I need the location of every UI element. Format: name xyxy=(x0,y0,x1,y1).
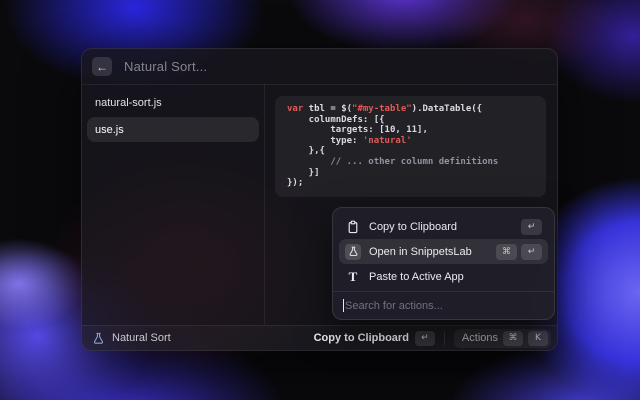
actions-panel: Copy to Clipboard ↵ Open in SnippetsLab … xyxy=(332,207,555,320)
text-caret xyxy=(343,299,344,312)
list-item-label: natural-sort.js xyxy=(95,97,162,109)
window-header: ← Natural Sort... xyxy=(82,49,557,85)
clipboard-icon xyxy=(345,219,361,235)
actions-search-input[interactable]: Search for actions... xyxy=(333,291,554,319)
window-title: Natural Sort... xyxy=(124,59,207,74)
return-key-badge: ↵ xyxy=(521,244,542,260)
list-item-natural-sort-js[interactable]: natural-sort.js xyxy=(87,90,259,115)
action-label: Open in SnippetsLab xyxy=(369,246,488,258)
desktop-wallpaper: ← Natural Sort... natural-sort.js use.js… xyxy=(0,0,640,400)
primary-action-button[interactable]: Copy to Clipboard xyxy=(314,332,409,344)
action-label: Paste to Active App xyxy=(369,271,542,283)
code-line: }); xyxy=(287,178,534,189)
cmd-key-badge: ⌘ xyxy=(496,244,517,260)
return-key-badge: ↵ xyxy=(521,219,542,235)
statusbar-left: Natural Sort xyxy=(92,332,314,345)
snippetslab-icon xyxy=(345,244,361,260)
back-arrow-icon: ← xyxy=(96,60,108,74)
action-paste-to-active-app[interactable]: T Paste to Active App xyxy=(339,264,548,289)
statusbar-divider xyxy=(444,331,445,345)
code-line: }] xyxy=(287,168,534,179)
code-line: var tbl = $("#my-table").DataTable({ xyxy=(287,104,534,115)
action-keys: ⌘ ↵ xyxy=(496,244,542,260)
statusbar-app-name: Natural Sort xyxy=(112,332,171,344)
actions-button[interactable]: Actions ⌘ K xyxy=(454,329,551,348)
flask-icon xyxy=(92,332,105,345)
action-open-in-snippetslab[interactable]: Open in SnippetsLab ⌘ ↵ xyxy=(339,239,548,264)
actions-list: Copy to Clipboard ↵ Open in SnippetsLab … xyxy=(333,208,554,295)
return-key-badge: ↵ xyxy=(415,331,435,346)
code-line: },{ xyxy=(287,146,534,157)
code-line: // ... other column definitions xyxy=(287,157,534,168)
action-keys: ↵ xyxy=(521,219,542,235)
text-icon: T xyxy=(345,269,361,285)
snippet-list: natural-sort.js use.js xyxy=(82,84,264,325)
code-line: type: 'natural' xyxy=(287,136,534,147)
status-bar: Natural Sort Copy to Clipboard ↵ Actions… xyxy=(82,325,557,350)
code-block: var tbl = $("#my-table").DataTable({ col… xyxy=(275,96,546,197)
actions-label: Actions xyxy=(462,332,498,344)
list-item-label: use.js xyxy=(95,124,124,136)
k-key-badge: K xyxy=(528,331,548,346)
statusbar-right: Copy to Clipboard ↵ Actions ⌘ K xyxy=(314,329,551,348)
search-placeholder: Search for actions... xyxy=(345,300,443,312)
cmd-key-badge: ⌘ xyxy=(503,331,523,346)
code-line: columnDefs: [{ xyxy=(287,115,534,126)
list-item-use-js[interactable]: use.js xyxy=(87,117,259,142)
back-button[interactable]: ← xyxy=(92,57,112,76)
code-line: targets: [10, 11], xyxy=(287,125,534,136)
action-copy-to-clipboard[interactable]: Copy to Clipboard ↵ xyxy=(339,214,548,239)
action-label: Copy to Clipboard xyxy=(369,221,513,233)
